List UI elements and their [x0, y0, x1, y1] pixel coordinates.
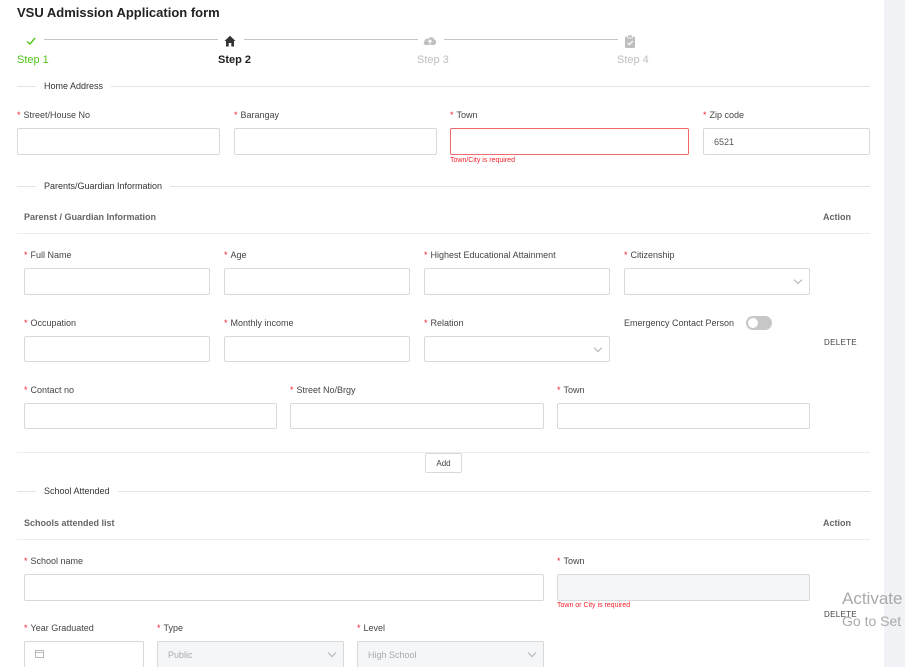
section-title-parents: Parents/Guardian Information [36, 181, 171, 191]
citizenship-label: * Citizenship [624, 250, 675, 260]
step-connector [244, 39, 418, 40]
check-icon [23, 33, 39, 49]
calendar-icon [35, 649, 44, 660]
town-error-message: Town/City is required [450, 157, 515, 164]
step-4-label[interactable]: Step 4 [617, 54, 649, 66]
step-connector [444, 39, 618, 40]
full-name-input[interactable] [24, 268, 210, 295]
parent-town-input[interactable] [557, 403, 810, 429]
step-2-label[interactable]: Step 2 [218, 54, 251, 66]
school-town-label: * Town [557, 556, 585, 566]
table-divider [17, 233, 870, 234]
occupation-input[interactable] [24, 336, 210, 362]
parent-street-input[interactable] [290, 403, 544, 429]
section-title-home-address: Home Address [36, 81, 112, 91]
level-value: High School [368, 649, 417, 660]
clipboard-check-icon [622, 33, 638, 49]
age-input[interactable] [224, 268, 410, 295]
school-name-label: * School name [24, 556, 84, 566]
parent-town-label: * Town [557, 385, 585, 395]
add-parent-button[interactable]: Add [425, 453, 462, 473]
education-label: * Highest Educational Attainment [424, 250, 556, 260]
income-input[interactable] [224, 336, 410, 362]
cloud-upload-icon [422, 33, 438, 49]
section-title-school: School Attended [36, 486, 118, 496]
section-divider [17, 86, 870, 87]
level-select[interactable]: High School [357, 641, 544, 667]
parents-table-title: Parenst / Guardian Information [24, 212, 157, 222]
type-select[interactable]: Public [157, 641, 344, 667]
chevron-down-icon [793, 275, 803, 285]
level-label: * Level [357, 623, 386, 633]
chevron-down-icon [593, 343, 603, 353]
year-graduated-label: * Year Graduated [24, 623, 94, 633]
step-connector [44, 39, 218, 40]
street-label: * Street/House No [17, 110, 91, 120]
parent-street-label: * Street No/Brgy [290, 385, 356, 395]
barangay-label: * Barangay [234, 110, 280, 120]
application-form-card: VSU Admission Application form Step 1 St… [0, 0, 884, 667]
table-divider [17, 539, 870, 540]
step-1-label[interactable]: Step 1 [17, 54, 49, 66]
zip-input[interactable]: 6521 [703, 128, 870, 155]
school-town-input[interactable] [557, 574, 810, 601]
barangay-input[interactable] [234, 128, 437, 155]
emergency-label: Emergency Contact Person [624, 318, 735, 328]
relation-select[interactable] [424, 336, 610, 362]
school-action-header: Action [823, 518, 851, 528]
delete-parent-button[interactable]: DELETE [824, 338, 857, 347]
chevron-down-icon [527, 648, 537, 658]
year-graduated-picker[interactable] [24, 641, 144, 667]
relation-label: * Relation [424, 318, 464, 328]
type-value: Public [168, 649, 193, 660]
income-label: * Monthly income [224, 318, 294, 328]
full-name-label: * Full Name [24, 250, 72, 260]
citizenship-select[interactable] [624, 268, 810, 295]
street-input[interactable] [17, 128, 220, 155]
form-title: VSU Admission Application form [17, 5, 220, 20]
education-input[interactable] [424, 268, 610, 295]
school-town-error-message: Town or City is required [557, 602, 631, 609]
toggle-knob [748, 318, 758, 328]
step-3-label[interactable]: Step 3 [417, 54, 449, 66]
town-input[interactable] [450, 128, 689, 155]
school-name-input[interactable] [24, 574, 544, 601]
activation-watermark-line2: Go to Set [842, 613, 902, 629]
contact-input[interactable] [24, 403, 277, 429]
chevron-down-icon [327, 648, 337, 658]
home-icon [222, 33, 238, 49]
school-table-title: Schools attended list [24, 518, 115, 528]
occupation-label: * Occupation [24, 318, 77, 328]
parents-action-header: Action [823, 212, 851, 222]
town-label: * Town [450, 110, 478, 120]
emergency-toggle[interactable] [746, 316, 772, 330]
activation-watermark-line1: Activate [842, 589, 903, 608]
type-label: * Type [157, 623, 184, 633]
age-label: * Age [224, 250, 247, 260]
zip-label: * Zip code [703, 110, 745, 120]
contact-label: * Contact no [24, 385, 75, 395]
section-divider [17, 491, 870, 492]
